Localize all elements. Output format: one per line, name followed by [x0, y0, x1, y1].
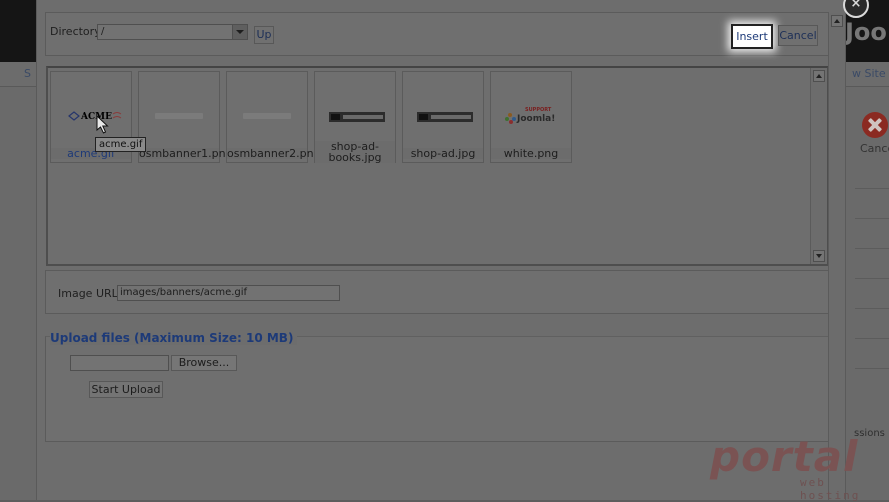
cancel-button[interactable]: Cancel	[778, 25, 818, 46]
start-upload-button[interactable]: Start Upload	[89, 381, 163, 398]
watermark-main: portal	[710, 432, 859, 481]
image-thumb-white[interactable]: SUPPORT Joomla! white.png	[490, 71, 572, 163]
image-thumb-osmbanner2[interactable]: osmbanner2.png	[226, 71, 321, 163]
background-logo: Joo	[845, 18, 887, 46]
banner-placeholder	[155, 113, 203, 119]
acme-logo-icon: ACME	[68, 111, 122, 122]
directory-label: Directory	[50, 25, 101, 38]
insert-button[interactable]: Insert	[731, 24, 773, 49]
background-nav-left: S	[24, 67, 31, 80]
image-caption: white.png	[491, 148, 571, 159]
background-divider	[855, 338, 889, 339]
scroll-up-icon[interactable]	[813, 70, 825, 82]
browse-button[interactable]: Browse...	[171, 355, 237, 371]
mouse-cursor-icon	[96, 115, 109, 134]
image-url-label: Image URL	[58, 287, 118, 300]
upload-file-input[interactable]	[70, 355, 169, 371]
background-divider	[855, 278, 889, 279]
image-caption: shop-ad- books.jpg	[315, 141, 395, 163]
background-cancel-icon	[862, 112, 888, 138]
banner-placeholder	[417, 112, 473, 122]
banner-placeholder	[243, 113, 291, 119]
scroll-up-icon[interactable]	[831, 15, 843, 27]
joomla-logo-icon: SUPPORT Joomla!	[505, 107, 555, 124]
background-view-site-link: w Site	[852, 67, 886, 80]
joomla-badge-top: SUPPORT	[525, 107, 552, 113]
chevron-down-icon[interactable]	[232, 25, 247, 39]
background-divider	[855, 218, 889, 219]
upload-legend: Upload files (Maximum Size: 10 MB)	[50, 331, 298, 345]
image-caption: osmbanner2.png	[227, 147, 321, 160]
acme-logo-image: ACME	[55, 102, 127, 130]
background-divider	[855, 188, 889, 189]
directory-selected-value: /	[101, 26, 105, 37]
image-caption: shop-ad.jpg	[403, 148, 483, 159]
osmbanner1-image	[143, 102, 215, 130]
watermark-sub: web hosting	[800, 476, 861, 502]
image-browser-scrollbar[interactable]	[810, 68, 827, 264]
portal-watermark: portal web hosting	[710, 432, 880, 502]
joomla-badge-main: Joomla!	[516, 114, 555, 124]
background-divider	[855, 248, 889, 249]
banner-placeholder	[329, 112, 385, 122]
image-thumb-shop-ad[interactable]: shop-ad.jpg	[402, 71, 484, 163]
image-thumb-osmbanner1[interactable]: osmbanner1.png	[138, 71, 233, 163]
background-divider	[855, 368, 889, 369]
scroll-down-icon[interactable]	[813, 250, 825, 262]
shop-ad-books-image	[319, 102, 391, 130]
osmbanner2-image	[231, 102, 303, 130]
white-image: SUPPORT Joomla!	[495, 102, 567, 130]
background-divider	[855, 308, 889, 309]
image-caption: osmbanner1.png	[139, 147, 233, 160]
dialog-scrollbar[interactable]	[828, 13, 845, 500]
filename-tooltip: acme.gif	[95, 137, 147, 152]
image-url-input[interactable]: images/banners/acme.gif	[117, 285, 340, 301]
image-caption-line: books.jpg	[328, 151, 382, 164]
shop-ad-image	[407, 102, 479, 130]
background-cancel-label: Cance	[860, 142, 889, 155]
directory-select[interactable]: /	[97, 24, 248, 40]
image-thumb-shop-ad-books[interactable]: shop-ad- books.jpg	[314, 71, 396, 163]
up-button[interactable]: Up	[254, 26, 274, 44]
